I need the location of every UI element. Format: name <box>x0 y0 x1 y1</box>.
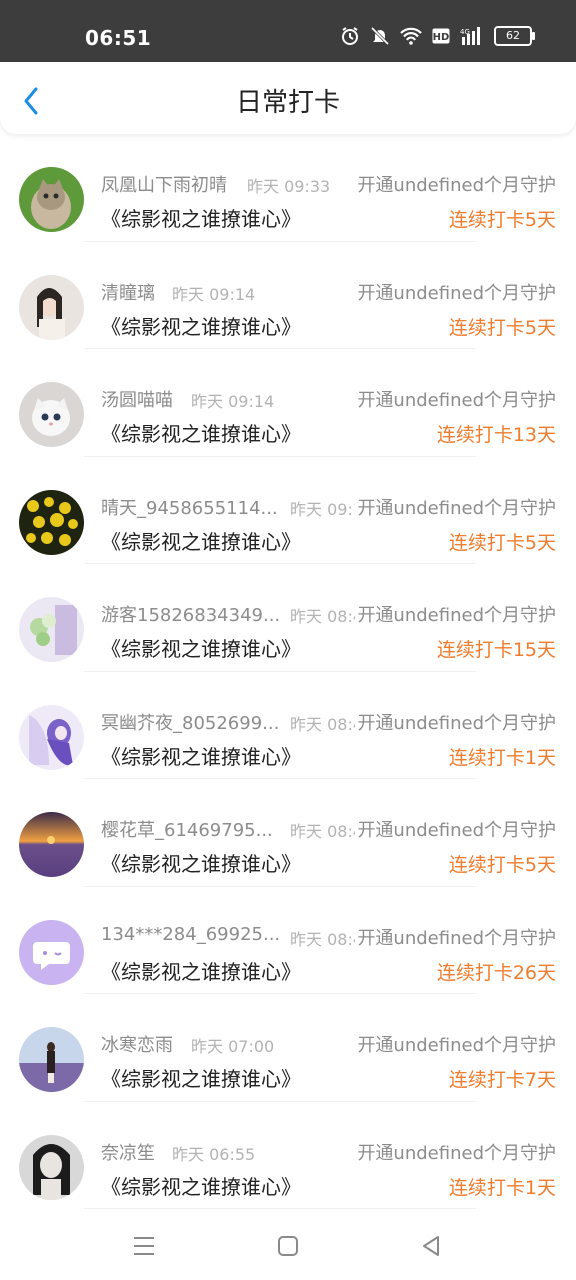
streak-text: 连续打卡5天 <box>448 316 556 339</box>
streak-text: 连续打卡5天 <box>448 209 556 231</box>
user-name: 134***284_69925... <box>101 923 281 945</box>
battery-icon: 62 <box>494 26 535 46</box>
avatar[interactable] <box>19 597 84 662</box>
book-title: 《综影视之谁撩谁心》 <box>101 744 301 769</box>
list-item[interactable]: 汤圆喵喵 昨天 09:14 开通undefined个月守护 《综影视之谁撩谁心》… <box>0 349 576 457</box>
list-item[interactable]: 冰寒恋雨 昨天 07:00 开通undefined个月守护 《综影视之谁撩谁心》… <box>0 994 576 1102</box>
user-name: 冥幽芥夜_8052699... <box>101 712 280 734</box>
user-name: 樱花草_61469795... <box>101 820 273 841</box>
book-title: 《综影视之谁撩谁心》 <box>101 959 301 984</box>
user-name: 冰寒恋雨 <box>101 1035 173 1056</box>
guard-text: 开通undefined个月守护 <box>355 493 556 520</box>
home-icon[interactable] <box>274 1232 302 1260</box>
user-name: 游客15826834349... <box>101 605 281 626</box>
guard-text: 开通undefined个月守护 <box>357 1142 556 1164</box>
back-icon[interactable] <box>418 1232 446 1260</box>
guard-text: 开通undefined个月守护 <box>355 923 556 950</box>
guard-text: 开通undefined个月守护 <box>355 708 556 735</box>
list-item[interactable]: 樱花草_61469795... 昨天 08:46 开通undefined个月守护… <box>0 779 576 887</box>
streak-text: 连续打卡1天 <box>448 1176 556 1199</box>
avatar[interactable] <box>19 1027 84 1092</box>
avatar[interactable] <box>19 704 84 770</box>
list-item[interactable]: 134***284_69925... 昨天 08:46 开通undefined个… <box>0 887 576 995</box>
avatar[interactable] <box>19 1134 84 1200</box>
checkin-time: 昨天 09:33 <box>247 177 331 196</box>
alarm-icon <box>342 27 358 45</box>
streak-text: 连续打卡7天 <box>448 1069 556 1091</box>
list-item[interactable]: 冥幽芥夜_8052699... 昨天 08:46 开通undefined个月守护… <box>0 672 576 780</box>
book-title: 《综影视之谁撩谁心》 <box>101 207 301 231</box>
list-item[interactable]: 晴天_9458655114... 昨天 09:13 开通undefined个月守… <box>0 457 576 565</box>
user-name: 晴天_9458655114... <box>101 497 278 519</box>
system-nav-bar <box>0 1212 576 1280</box>
avatar[interactable] <box>19 274 84 340</box>
list-item[interactable]: 奈凉笙 昨天 06:55 开通undefined个月守护 《综影视之谁撩谁心》 … <box>0 1102 576 1210</box>
hd-icon: HD <box>432 28 450 44</box>
book-title: 《综影视之谁撩谁心》 <box>101 529 301 554</box>
wifi-icon <box>400 27 422 45</box>
streak-text: 连续打卡5天 <box>448 854 556 876</box>
guard-text: 开通undefined个月守护 <box>357 1035 556 1056</box>
checkin-list[interactable]: 凤凰山下雨初晴 昨天 09:33 开通undefined个月守护 《综影视之谁撩… <box>0 134 576 1212</box>
book-title: 《综影视之谁撩谁心》 <box>101 1174 301 1199</box>
book-title: 《综影视之谁撩谁心》 <box>101 314 301 339</box>
checkin-time: 昨天 09:14 <box>172 284 256 304</box>
guard-text: 开通undefined个月守护 <box>355 601 556 627</box>
book-title: 《综影视之谁撩谁心》 <box>101 852 301 876</box>
checkin-time: 昨天 09:14 <box>191 392 275 411</box>
streak-text: 连续打卡13天 <box>436 424 556 446</box>
list-item[interactable]: 清瞳璃 昨天 09:14 开通undefined个月守护 《综影视之谁撩谁心》 … <box>0 242 576 350</box>
guard-text: 开通undefined个月守护 <box>357 282 556 304</box>
mute-bell-icon <box>370 26 390 46</box>
signal-4g-icon: 4G <box>460 27 480 45</box>
svg-text:HD: HD <box>433 32 450 43</box>
streak-text: 连续打卡15天 <box>436 639 556 661</box>
user-name: 汤圆喵喵 <box>101 390 173 411</box>
user-name: 清瞳璃 <box>101 282 155 304</box>
list-item[interactable]: 游客15826834349... 昨天 08:46 开通undefined个月守… <box>0 564 576 672</box>
guard-text: 开通undefined个月守护 <box>357 175 556 196</box>
status-icons: HD 4G 62 <box>340 26 535 46</box>
avatar[interactable] <box>19 489 84 555</box>
user-name: 奈凉笙 <box>101 1142 155 1164</box>
user-name: 凤凰山下雨初晴 <box>101 175 227 196</box>
menu-icon[interactable] <box>130 1232 158 1260</box>
avatar[interactable] <box>19 812 84 877</box>
page-title: 日常打卡 <box>235 88 340 118</box>
avatar[interactable] <box>19 919 84 985</box>
guard-text: 开通undefined个月守护 <box>355 816 556 842</box>
checkin-time: 昨天 06:55 <box>172 1144 256 1164</box>
book-title: 《综影视之谁撩谁心》 <box>101 1067 301 1091</box>
status-bar: 06:51 HD 4G 62 <box>0 0 576 62</box>
book-title: 《综影视之谁撩谁心》 <box>101 422 301 446</box>
streak-text: 连续打卡1天 <box>448 746 556 769</box>
streak-text: 连续打卡26天 <box>436 961 556 984</box>
guard-text: 开通undefined个月守护 <box>357 390 556 411</box>
header: 日常打卡 <box>0 62 576 134</box>
book-title: 《综影视之谁撩谁心》 <box>101 637 301 661</box>
avatar[interactable] <box>19 167 84 232</box>
status-time: 06:51 <box>85 26 152 50</box>
checkin-time: 昨天 07:00 <box>191 1037 275 1056</box>
streak-text: 连续打卡5天 <box>448 531 556 554</box>
avatar[interactable] <box>19 382 84 447</box>
list-item[interactable]: 凤凰山下雨初晴 昨天 09:33 开通undefined个月守护 《综影视之谁撩… <box>0 134 576 242</box>
